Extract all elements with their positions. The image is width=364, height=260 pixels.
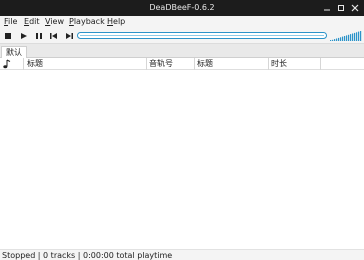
- menu-bar: File Edit View Playback Help: [0, 16, 364, 28]
- volume-bar: [342, 36, 344, 41]
- playlist-tabs: 默认: [0, 44, 364, 58]
- seek-bar[interactable]: [77, 32, 327, 39]
- menu-file-label: ile: [8, 17, 18, 26]
- next-icon: [66, 33, 73, 39]
- volume-slider[interactable]: [330, 31, 362, 42]
- toolbar: [0, 28, 364, 44]
- menu-playback[interactable]: Playback: [69, 17, 105, 26]
- volume-bar: [350, 34, 352, 41]
- volume-bar: [340, 37, 342, 42]
- column-title[interactable]: 标题: [24, 58, 147, 70]
- column-status[interactable]: [0, 58, 24, 70]
- volume-bar: [348, 34, 350, 42]
- music-note-icon: [3, 59, 11, 69]
- close-icon[interactable]: [349, 2, 361, 14]
- next-button[interactable]: [63, 30, 75, 42]
- volume-bar: [330, 40, 332, 41]
- volume-bar: [344, 36, 346, 41]
- previous-icon: [50, 33, 57, 39]
- volume-bar: [356, 32, 358, 42]
- column-title-2[interactable]: 标题: [195, 58, 269, 70]
- column-duration[interactable]: 时长: [269, 58, 321, 70]
- volume-bar: [336, 38, 338, 41]
- volume-bar: [346, 35, 348, 41]
- volume-bar: [358, 31, 360, 41]
- status-bar: Stopped | 0 tracks | 0:00:00 total playt…: [0, 249, 364, 260]
- menu-help-label: elp: [113, 17, 126, 26]
- menu-edit-label: dit: [29, 17, 40, 26]
- minimize-icon[interactable]: [321, 2, 333, 14]
- volume-bar: [332, 39, 334, 42]
- maximize-icon[interactable]: [335, 2, 347, 14]
- title-bar: DeaDBeeF-0.6.2: [0, 0, 364, 16]
- window-title: DeaDBeeF-0.6.2: [149, 3, 215, 12]
- stop-button[interactable]: [3, 30, 15, 42]
- status-text: Stopped | 0 tracks | 0:00:00 total playt…: [2, 251, 173, 260]
- play-icon: [21, 33, 27, 39]
- menu-playback-label: layback: [73, 17, 105, 26]
- menu-file[interactable]: File: [4, 17, 17, 26]
- volume-bars: [330, 31, 362, 42]
- play-button[interactable]: [18, 30, 30, 42]
- playlist-area[interactable]: [0, 71, 364, 249]
- menu-view[interactable]: View: [45, 17, 64, 26]
- previous-button[interactable]: [48, 30, 60, 42]
- column-track-number[interactable]: 音轨号: [147, 58, 195, 70]
- pause-icon: [36, 33, 42, 39]
- volume-bar: [338, 37, 340, 41]
- menu-help[interactable]: Help: [107, 17, 125, 26]
- menu-edit[interactable]: Edit: [24, 17, 40, 26]
- volume-bar: [360, 31, 362, 41]
- playlist-header: 标题 音轨号 标题 时长: [0, 58, 364, 70]
- volume-bar: [354, 32, 356, 41]
- tab-default[interactable]: 默认: [1, 46, 27, 58]
- stop-icon: [5, 33, 11, 39]
- volume-bar: [334, 39, 336, 41]
- pause-button[interactable]: [33, 30, 45, 42]
- menu-view-label: iew: [50, 17, 64, 26]
- volume-bar: [352, 33, 354, 41]
